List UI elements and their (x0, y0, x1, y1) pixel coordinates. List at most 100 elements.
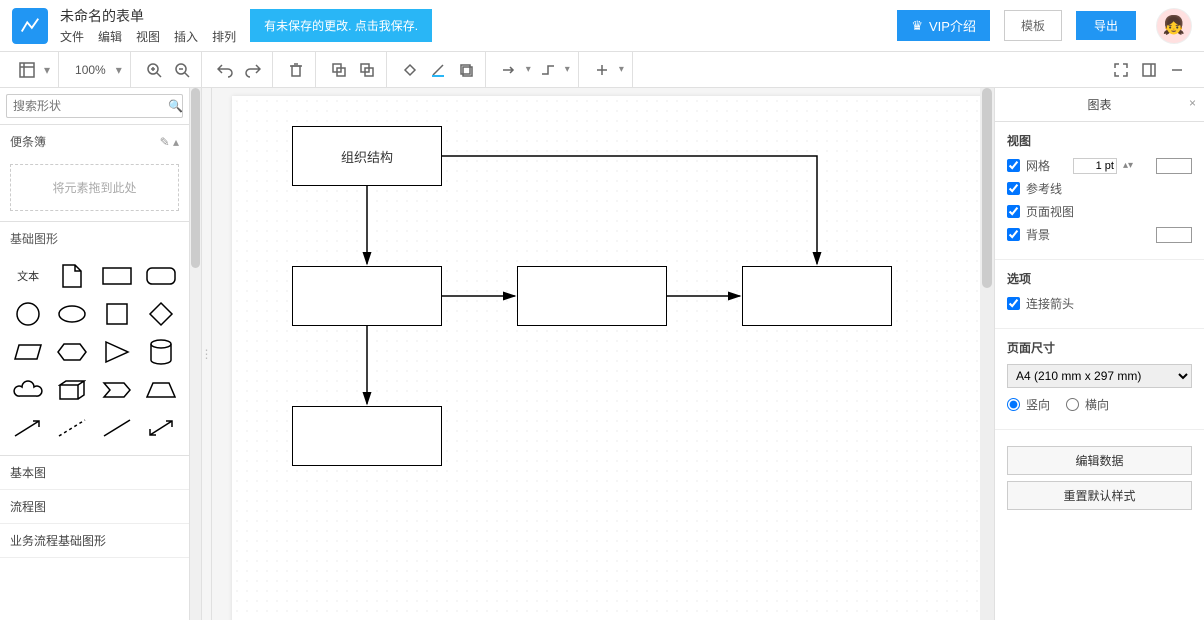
canvas-scrollbar[interactable] (980, 88, 994, 620)
shape-step[interactable] (99, 375, 135, 405)
category-basic[interactable]: 基本图 (0, 456, 189, 490)
shape-ellipse[interactable] (54, 299, 90, 329)
grid-size-input[interactable] (1073, 158, 1117, 174)
title-area: 未命名的表单 文件 编辑 视图 插入 排列 (60, 6, 236, 45)
diagram-node[interactable] (292, 406, 442, 466)
shape-cloud[interactable] (10, 375, 46, 405)
to-back-icon[interactable] (356, 59, 378, 81)
template-button[interactable]: 模板 (1004, 10, 1062, 41)
add-icon[interactable] (591, 59, 613, 81)
portrait-radio[interactable] (1007, 398, 1020, 411)
scratchpad-header[interactable]: 便条簿 ✎ ▴ (0, 125, 189, 158)
shape-cube[interactable] (54, 375, 90, 405)
scrollbar-thumb[interactable] (982, 88, 992, 288)
category-flowchart[interactable]: 流程图 (0, 490, 189, 524)
connection-icon[interactable] (498, 59, 520, 81)
background-checkbox[interactable] (1007, 228, 1020, 241)
zoom-out-icon[interactable] (171, 59, 193, 81)
app-logo[interactable] (12, 8, 48, 44)
shape-square[interactable] (99, 299, 135, 329)
to-front-icon[interactable] (328, 59, 350, 81)
document-title[interactable]: 未命名的表单 (60, 6, 236, 26)
chevron-down-icon[interactable]: ▾ (44, 63, 50, 77)
shape-arrow-line[interactable] (10, 413, 46, 443)
connect-arrows-checkbox[interactable] (1007, 297, 1020, 310)
scratchpad-dropzone[interactable]: 将元素拖到此处 (10, 164, 179, 211)
stepper-icon[interactable]: ▴▾ (1123, 160, 1133, 171)
chevron-down-icon[interactable]: ▾ (619, 64, 624, 75)
shape-diamond[interactable] (143, 299, 179, 329)
chevron-down-icon[interactable]: ▾ (526, 64, 531, 75)
shape-search[interactable]: 🔍 (6, 94, 183, 118)
fullscreen-icon[interactable] (1110, 59, 1132, 81)
shape-rounded-rect[interactable] (143, 261, 179, 291)
shape-trapezoid[interactable] (143, 375, 179, 405)
shape-text[interactable]: 文本 (10, 261, 46, 291)
vip-label: VIP介绍 (929, 16, 976, 35)
export-button[interactable]: 导出 (1076, 11, 1136, 40)
waypoint-icon[interactable] (537, 59, 559, 81)
left-scrollbar[interactable] (190, 88, 202, 620)
layout-icon[interactable] (16, 59, 38, 81)
shape-dashed-line[interactable] (54, 413, 90, 443)
shape-categories: 基本图 流程图 业务流程基础图形 (0, 455, 189, 558)
guides-checkbox[interactable] (1007, 182, 1020, 195)
grid-color-swatch[interactable] (1156, 158, 1192, 174)
zoom-level[interactable]: 100% (71, 63, 110, 77)
format-panel-icon[interactable] (1138, 59, 1160, 81)
menu-file[interactable]: 文件 (60, 28, 84, 45)
canvas-page[interactable]: 组织结构 (232, 96, 994, 620)
user-avatar[interactable]: 👧 (1156, 8, 1192, 44)
delete-icon[interactable] (285, 59, 307, 81)
diagram-node[interactable] (292, 266, 442, 326)
zoom-in-icon[interactable] (143, 59, 165, 81)
close-icon[interactable]: × (1189, 96, 1196, 110)
unsaved-banner[interactable]: 有未保存的更改. 点击我保存. (250, 9, 432, 42)
page-size-select[interactable]: A4 (210 mm x 297 mm) (1007, 364, 1192, 388)
grid-checkbox[interactable] (1007, 159, 1020, 172)
scrollbar-thumb[interactable] (191, 88, 200, 268)
fill-icon[interactable] (399, 59, 421, 81)
menu-arrange[interactable]: 排列 (212, 28, 236, 45)
menu-edit[interactable]: 编辑 (98, 28, 122, 45)
line-color-icon[interactable] (427, 59, 449, 81)
diagram-node-root[interactable]: 组织结构 (292, 126, 442, 186)
chevron-down-icon[interactable]: ▾ (565, 64, 570, 75)
basic-shapes-header[interactable]: 基础图形 (0, 222, 189, 255)
left-panel: 🔍 便条簿 ✎ ▴ 将元素拖到此处 基础图形 文本 (0, 88, 190, 620)
background-color-swatch[interactable] (1156, 227, 1192, 243)
edit-data-button[interactable]: 编辑数据 (1007, 446, 1192, 475)
diagram-node[interactable] (742, 266, 892, 326)
vip-button[interactable]: ♛ VIP介绍 (897, 10, 990, 41)
shape-rect[interactable] (99, 261, 135, 291)
scratchpad-title: 便条簿 (10, 133, 46, 150)
background-label: 背景 (1026, 226, 1050, 243)
top-bar: 未命名的表单 文件 编辑 视图 插入 排列 有未保存的更改. 点击我保存. ♛ … (0, 0, 1204, 52)
menu-view[interactable]: 视图 (136, 28, 160, 45)
pageview-checkbox[interactable] (1007, 205, 1020, 218)
collapse-icon[interactable] (1166, 59, 1188, 81)
shape-hexagon[interactable] (54, 337, 90, 367)
shape-line[interactable] (99, 413, 135, 443)
shadow-icon[interactable] (455, 59, 477, 81)
shape-page[interactable] (54, 261, 90, 291)
canvas-area[interactable]: 组织结构 (212, 88, 994, 620)
undo-icon[interactable] (214, 59, 236, 81)
grid-label: 网格 (1026, 157, 1050, 174)
edit-icon[interactable]: ✎ ▴ (160, 135, 179, 149)
splitter-handle[interactable]: ⋮ (202, 88, 212, 620)
search-input[interactable] (13, 99, 168, 113)
shape-cylinder[interactable] (143, 337, 179, 367)
shape-triangle[interactable] (99, 337, 135, 367)
chevron-down-icon[interactable]: ▾ (116, 63, 122, 77)
shape-parallelogram[interactable] (10, 337, 46, 367)
category-bpmn[interactable]: 业务流程基础图形 (0, 524, 189, 558)
redo-icon[interactable] (242, 59, 264, 81)
shape-circle[interactable] (10, 299, 46, 329)
diagram-node[interactable] (517, 266, 667, 326)
search-icon[interactable]: 🔍 (168, 99, 183, 113)
menu-insert[interactable]: 插入 (174, 28, 198, 45)
reset-style-button[interactable]: 重置默认样式 (1007, 481, 1192, 510)
shape-double-arrow[interactable] (143, 413, 179, 443)
landscape-radio[interactable] (1066, 398, 1079, 411)
